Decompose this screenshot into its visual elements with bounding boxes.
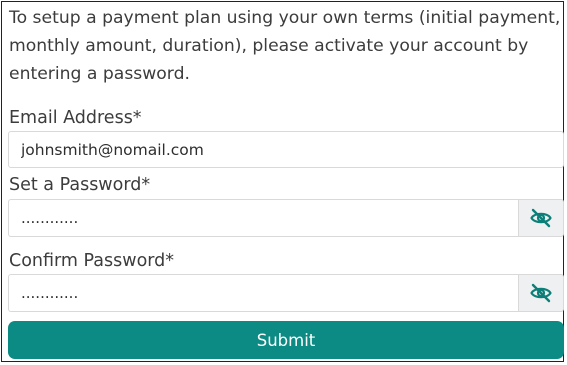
set-password-label: Set a Password*	[9, 175, 151, 195]
payment-plan-activation-form: To setup a payment plan using your own t…	[1, 1, 564, 362]
eye-slash-icon	[530, 283, 552, 303]
intro-text: To setup a payment plan using your own t…	[9, 8, 561, 84]
confirm-password-field[interactable]	[8, 274, 518, 312]
eye-slash-icon	[530, 208, 552, 228]
email-field[interactable]	[8, 131, 564, 168]
toggle-confirm-password-visibility-button[interactable]	[518, 274, 564, 312]
submit-button[interactable]: Submit	[8, 321, 564, 359]
set-password-group	[8, 199, 564, 237]
toggle-password-visibility-button[interactable]	[518, 199, 564, 237]
confirm-password-label: Confirm Password*	[9, 251, 175, 271]
set-password-field[interactable]	[8, 199, 518, 237]
confirm-password-group	[8, 274, 564, 312]
email-label: Email Address*	[9, 108, 142, 128]
